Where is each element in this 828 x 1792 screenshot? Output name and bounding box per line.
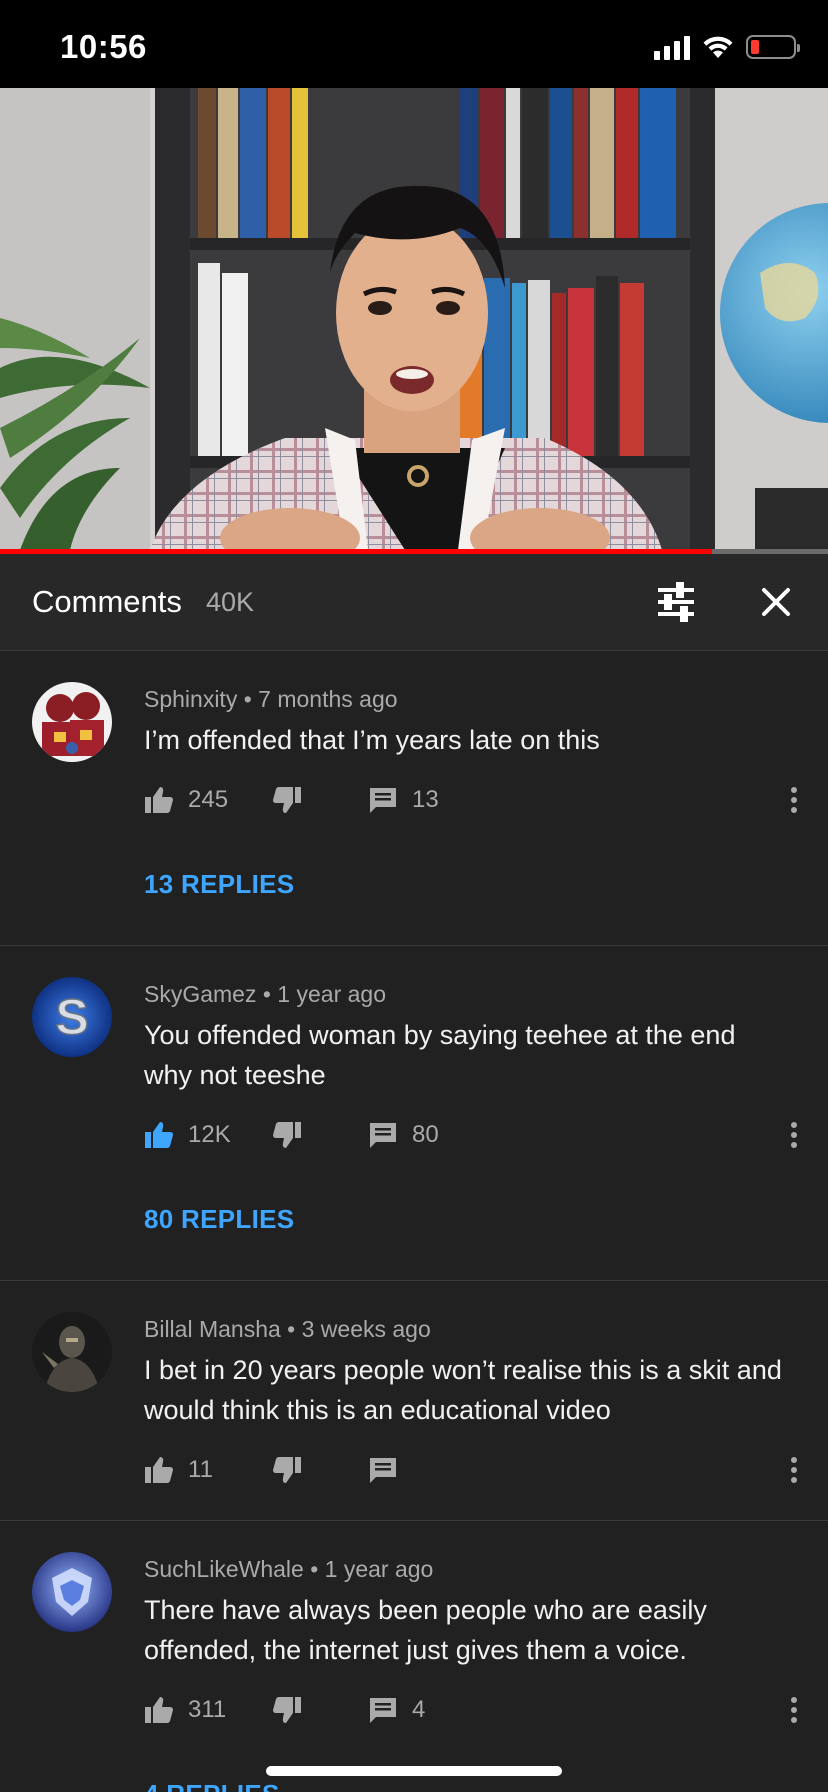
comment-text: There have always been people who are ea…: [144, 1595, 707, 1665]
more-vert-icon[interactable]: [784, 1454, 804, 1486]
home-indicator[interactable]: [266, 1766, 562, 1776]
comments-count: 40K: [206, 587, 255, 617]
thumbs-up-icon[interactable]: [144, 1690, 174, 1730]
thumbs-down-icon[interactable]: [272, 780, 302, 820]
close-icon[interactable]: [752, 578, 800, 626]
thumbs-down-icon[interactable]: [272, 1690, 302, 1730]
avatar[interactable]: [32, 1312, 112, 1392]
avatar[interactable]: S: [32, 977, 112, 1057]
reply-icon[interactable]: [368, 1450, 398, 1490]
comment-text: I’m offended that I’m years late on this: [144, 725, 600, 755]
reply-count: 13: [412, 786, 439, 813]
comment-meta[interactable]: Billal Mansha • 3 weeks ago: [144, 1316, 431, 1343]
svg-text:S: S: [55, 989, 88, 1045]
wifi-icon: [703, 36, 733, 58]
comment-meta[interactable]: Sphinxity • 7 months ago: [144, 686, 398, 713]
comment-text: You offended woman by saying teehee at t…: [144, 1020, 736, 1090]
view-replies-link[interactable]: 80 REPLIES: [144, 1204, 294, 1235]
signal-icon: [654, 34, 690, 60]
comment-item: Sphinxity • 7 months ago I’m offended th…: [0, 652, 828, 946]
like-count: 311: [188, 1696, 227, 1723]
reply-icon[interactable]: [368, 1690, 398, 1730]
comments-title: Comments: [32, 584, 182, 619]
reply-count: 4: [412, 1696, 426, 1723]
status-icons: [654, 34, 800, 60]
like-count: 11: [188, 1456, 213, 1483]
thumbs-down-icon[interactable]: [272, 1115, 302, 1155]
battery-icon: [746, 35, 800, 59]
filter-icon[interactable]: [652, 578, 700, 626]
avatar[interactable]: [32, 682, 112, 762]
like-count: 12K: [188, 1121, 231, 1148]
comment-meta[interactable]: SkyGamez • 1 year ago: [144, 981, 386, 1008]
video-player[interactable]: [0, 88, 828, 550]
avatar[interactable]: [32, 1552, 112, 1632]
thumbs-down-icon[interactable]: [272, 1450, 302, 1490]
more-vert-icon[interactable]: [784, 1694, 804, 1726]
comment-actions: 245 13: [144, 780, 804, 820]
more-vert-icon[interactable]: [784, 784, 804, 816]
like-count: 245: [188, 786, 229, 813]
view-replies-link[interactable]: 13 REPLIES: [144, 869, 294, 900]
reply-icon[interactable]: [368, 780, 398, 820]
video-frame: [0, 88, 828, 550]
view-replies-link[interactable]: 4 REPLIES: [144, 1779, 280, 1792]
reply-count: 80: [412, 1121, 439, 1148]
comment-meta[interactable]: SuchLikeWhale • 1 year ago: [144, 1556, 433, 1583]
reply-icon[interactable]: [368, 1115, 398, 1155]
comment-actions: 311 4: [144, 1690, 804, 1730]
thumbs-up-icon[interactable]: [144, 1115, 174, 1155]
comment-item: Billal Mansha • 3 weeks ago I bet in 20 …: [0, 1282, 828, 1521]
comment-text: I bet in 20 years people won’t realise t…: [144, 1355, 782, 1425]
more-vert-icon[interactable]: [784, 1119, 804, 1151]
comment-actions: 11: [144, 1450, 804, 1490]
comment-actions: 12K 80: [144, 1115, 804, 1155]
status-time: 10:56: [60, 28, 147, 65]
comment-item: S SkyGamez • 1 year ago You offended wom…: [0, 947, 828, 1281]
comment-item: SuchLikeWhale • 1 year ago There have al…: [0, 1522, 828, 1792]
status-bar: 10:56: [0, 0, 828, 88]
thumbs-up-icon[interactable]: [144, 1450, 174, 1490]
thumbs-up-icon[interactable]: [144, 780, 174, 820]
comments-header: Comments 40K: [0, 554, 828, 651]
